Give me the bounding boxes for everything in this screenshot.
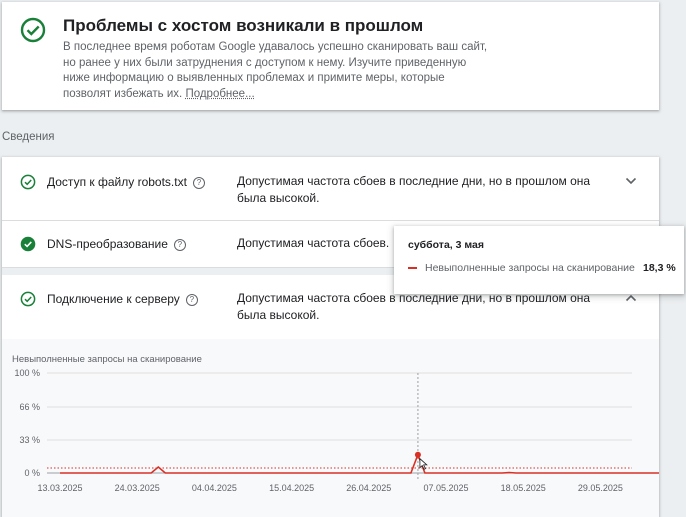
x-tick-label: 18.05.2025 [501, 483, 546, 493]
learn-more-link[interactable]: Подробнее... [185, 88, 254, 100]
details-card: Доступ к файлу robots.txt? Допустимая ча… [2, 157, 659, 517]
y-tick-label: 66 % [19, 402, 40, 412]
row-description: Допустимая частота сбоев в последние дни… [237, 174, 591, 205]
tooltip-value: 18,3 % [643, 262, 676, 274]
crawl-failures-chart: Невыполненные запросы на сканирование 10… [2, 339, 659, 517]
help-icon[interactable]: ? [173, 239, 186, 251]
tooltip-series-swatch [408, 267, 417, 269]
host-status-card: Проблемы с хостом возникали в прошлом В … [2, 2, 659, 110]
tooltip-series-name: Невыполненные запросы на сканирование [425, 262, 635, 274]
host-status-text: В последнее время роботам Google удавало… [63, 41, 488, 100]
help-icon[interactable]: ? [192, 177, 205, 189]
y-tick-label: 33 % [19, 435, 40, 445]
help-icon[interactable]: ? [185, 294, 198, 306]
row-name: Подключение к серверу? [47, 292, 198, 306]
check-circle-outline-icon [20, 291, 36, 307]
x-tick-label: 26.04.2025 [346, 483, 391, 493]
row-description: Допустимая частота сбоев в последние дни… [237, 291, 591, 322]
host-status-title: Проблемы с хостом возникали в прошлом [63, 16, 424, 35]
y-tick-label: 0 % [24, 468, 40, 478]
x-tick-label: 07.05.2025 [423, 483, 468, 493]
hover-point [414, 451, 421, 458]
row-name: DNS-преобразование? [47, 237, 186, 251]
x-tick-label: 04.04.2025 [192, 483, 237, 493]
x-tick-label: 24.03.2025 [115, 483, 160, 493]
tooltip-date: суббота, 3 мая [408, 239, 484, 251]
chevron-up-icon[interactable] [625, 294, 637, 302]
chart-tooltip: суббота, 3 мая Невыполненные запросы на … [394, 226, 684, 294]
row-name: Доступ к файлу robots.txt? [47, 175, 205, 189]
x-tick-label: 13.03.2025 [37, 483, 82, 493]
row-name-text: Доступ к файлу robots.txt [47, 175, 187, 189]
check-circle-outline-icon [20, 174, 36, 190]
row-robots-txt[interactable]: Доступ к файлу robots.txt? Допустимая ча… [2, 157, 659, 221]
chart-svg[interactable]: 100 % 66 % 33 % 0 % 13.03.2025 24.03.2025 04.0… [2, 339, 659, 517]
x-tick-label: 15.04.2025 [269, 483, 314, 493]
series-line [60, 452, 659, 474]
x-tick-label: 29.05.2025 [578, 483, 623, 493]
section-label: Сведения [2, 131, 55, 143]
row-name-text: DNS-преобразование [47, 237, 168, 251]
row-name-text: Подключение к серверу [47, 292, 180, 306]
host-status-description: В последнее время роботам Google удавало… [63, 40, 488, 102]
check-circle-filled-icon [20, 236, 36, 252]
y-tick-label: 100 % [14, 368, 40, 378]
chevron-down-icon[interactable] [625, 177, 637, 185]
check-circle-icon [20, 17, 46, 43]
